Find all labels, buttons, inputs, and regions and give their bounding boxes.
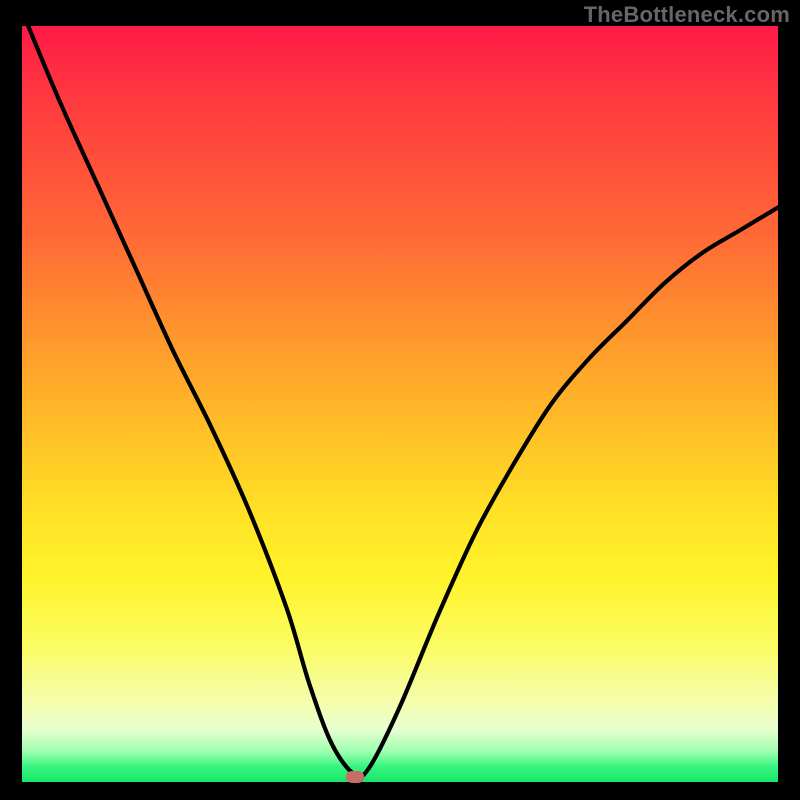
watermark-text: TheBottleneck.com: [584, 2, 790, 28]
min-marker: [346, 771, 364, 783]
plot-area: [22, 26, 778, 782]
chart-frame: TheBottleneck.com: [0, 0, 800, 800]
bottleneck-curve: [22, 11, 778, 777]
curve-layer: [22, 26, 778, 782]
